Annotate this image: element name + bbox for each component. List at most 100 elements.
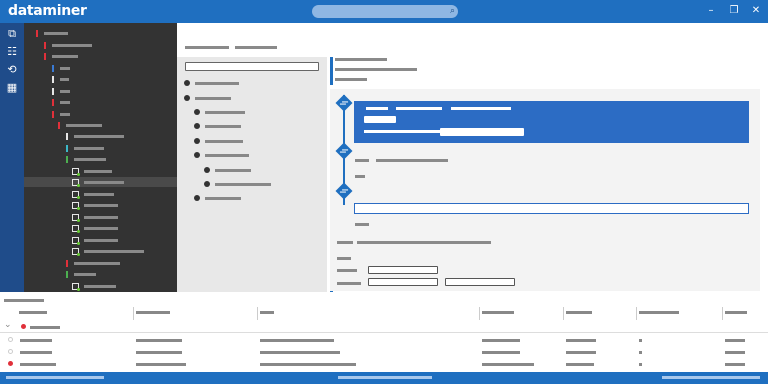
workflow-canvas: [330, 89, 760, 291]
app-logo: dataminer: [8, 3, 87, 19]
minimize-icon[interactable]: –: [703, 4, 719, 18]
group-row[interactable]: ⌄: [0, 320, 768, 333]
global-search-input[interactable]: ⌕: [312, 5, 458, 18]
scrollbar[interactable]: [6, 376, 104, 379]
column-header[interactable]: [482, 311, 514, 314]
list-item[interactable]: [184, 93, 231, 103]
topology-icon[interactable]: ☷: [5, 45, 19, 59]
empty-circle-icon: [8, 337, 13, 342]
tree-node[interactable]: [44, 51, 78, 61]
step-input[interactable]: [354, 203, 749, 214]
section-divider: [330, 57, 333, 85]
tree-node[interactable]: [66, 258, 120, 268]
element-icon: [72, 213, 80, 222]
alarm-marker: [66, 259, 68, 267]
tree-node[interactable]: [52, 109, 70, 119]
status-marker: [66, 132, 68, 140]
element-icon: [72, 224, 80, 233]
step-diamond-icon[interactable]: [335, 94, 353, 112]
tree-element[interactable]: [72, 223, 118, 233]
param-input[interactable]: [368, 278, 438, 286]
table-row[interactable]: [0, 358, 768, 370]
tree-node[interactable]: [58, 120, 102, 130]
list-item[interactable]: [194, 107, 245, 117]
alarm-marker: [52, 98, 54, 106]
tree-element[interactable]: [72, 166, 112, 176]
search-icon[interactable]: ⌕: [450, 6, 455, 16]
list-item[interactable]: [204, 165, 251, 175]
surveyor-tree: [24, 23, 177, 292]
list-item[interactable]: [194, 193, 241, 203]
tree-node[interactable]: [52, 97, 70, 107]
tab-active-alarms[interactable]: [4, 299, 44, 302]
column-header[interactable]: [260, 311, 274, 314]
status-marker: [66, 144, 68, 152]
element-icon: [72, 190, 80, 199]
tree-node[interactable]: [44, 40, 92, 50]
tree-element[interactable]: [72, 235, 118, 245]
alarm-marker: [44, 52, 46, 60]
breadcrumb[interactable]: [185, 46, 229, 49]
filter-input[interactable]: [185, 62, 319, 71]
column-header[interactable]: [639, 311, 679, 314]
step-action-button[interactable]: [440, 128, 524, 136]
table-row[interactable]: [0, 334, 768, 346]
surveyor-icon[interactable]: ⧉: [5, 27, 19, 41]
tree-node[interactable]: [52, 86, 70, 96]
alarm-console: ⌄: [0, 292, 768, 372]
tree-element[interactable]: [72, 212, 118, 222]
list-item[interactable]: [204, 179, 271, 189]
alarm-marker: [44, 41, 46, 49]
status-marker: [66, 270, 68, 278]
tree-node[interactable]: [66, 154, 106, 164]
status-marker: [52, 64, 54, 72]
column-header[interactable]: [19, 311, 47, 314]
column-header[interactable]: [136, 311, 170, 314]
status-text: [662, 376, 760, 379]
dataminer-app: dataminer ⌕ – ❐ ✕ ⧉ ☷ ⟲ ▦ ⌄: [0, 0, 768, 384]
element-icon: [72, 282, 80, 291]
step-title: [364, 116, 396, 123]
list-item[interactable]: [184, 78, 239, 88]
history-icon[interactable]: ⟲: [5, 63, 19, 77]
column-header[interactable]: [725, 311, 747, 314]
tree-element[interactable]: [72, 200, 118, 210]
step-diamond-icon[interactable]: [335, 182, 353, 200]
element-icon: [72, 178, 80, 187]
param-input[interactable]: [445, 278, 515, 286]
step-diamond-icon[interactable]: [335, 142, 353, 160]
list-item[interactable]: [194, 136, 243, 146]
alarm-marker: [36, 29, 38, 37]
service-icon: [72, 247, 80, 256]
column-header[interactable]: [566, 311, 592, 314]
param-input[interactable]: [368, 266, 438, 274]
list-item[interactable]: [194, 150, 249, 160]
element-icon: [72, 167, 80, 176]
status-marker: [52, 75, 54, 83]
tree-node[interactable]: [52, 74, 69, 84]
process-list-panel: [177, 57, 327, 292]
table-row[interactable]: [0, 346, 768, 358]
restore-icon[interactable]: ❐: [726, 4, 742, 18]
status-bar: [0, 372, 768, 384]
chevron-down-icon[interactable]: ⌄: [4, 320, 12, 330]
tree-node[interactable]: [66, 143, 104, 153]
tree-element[interactable]: [72, 189, 114, 199]
tree-node[interactable]: [66, 131, 124, 141]
main-panel: [177, 23, 768, 292]
status-text: [338, 376, 432, 379]
close-icon[interactable]: ✕: [748, 4, 764, 18]
list-item[interactable]: [194, 121, 241, 131]
alarm-marker: [52, 110, 54, 118]
breadcrumb-item[interactable]: [235, 46, 277, 49]
tree-element-selected[interactable]: [24, 177, 177, 187]
apps-icon[interactable]: ▦: [5, 81, 19, 95]
tree-service[interactable]: [72, 246, 144, 256]
active-step-card[interactable]: [354, 101, 749, 143]
tree-element[interactable]: [72, 281, 116, 291]
app-rail: ⧉ ☷ ⟲ ▦: [0, 23, 24, 292]
tree-node[interactable]: [66, 269, 96, 279]
tree-node[interactable]: [52, 63, 70, 73]
tree-node[interactable]: [36, 28, 68, 38]
red-dot-icon: [8, 361, 13, 366]
